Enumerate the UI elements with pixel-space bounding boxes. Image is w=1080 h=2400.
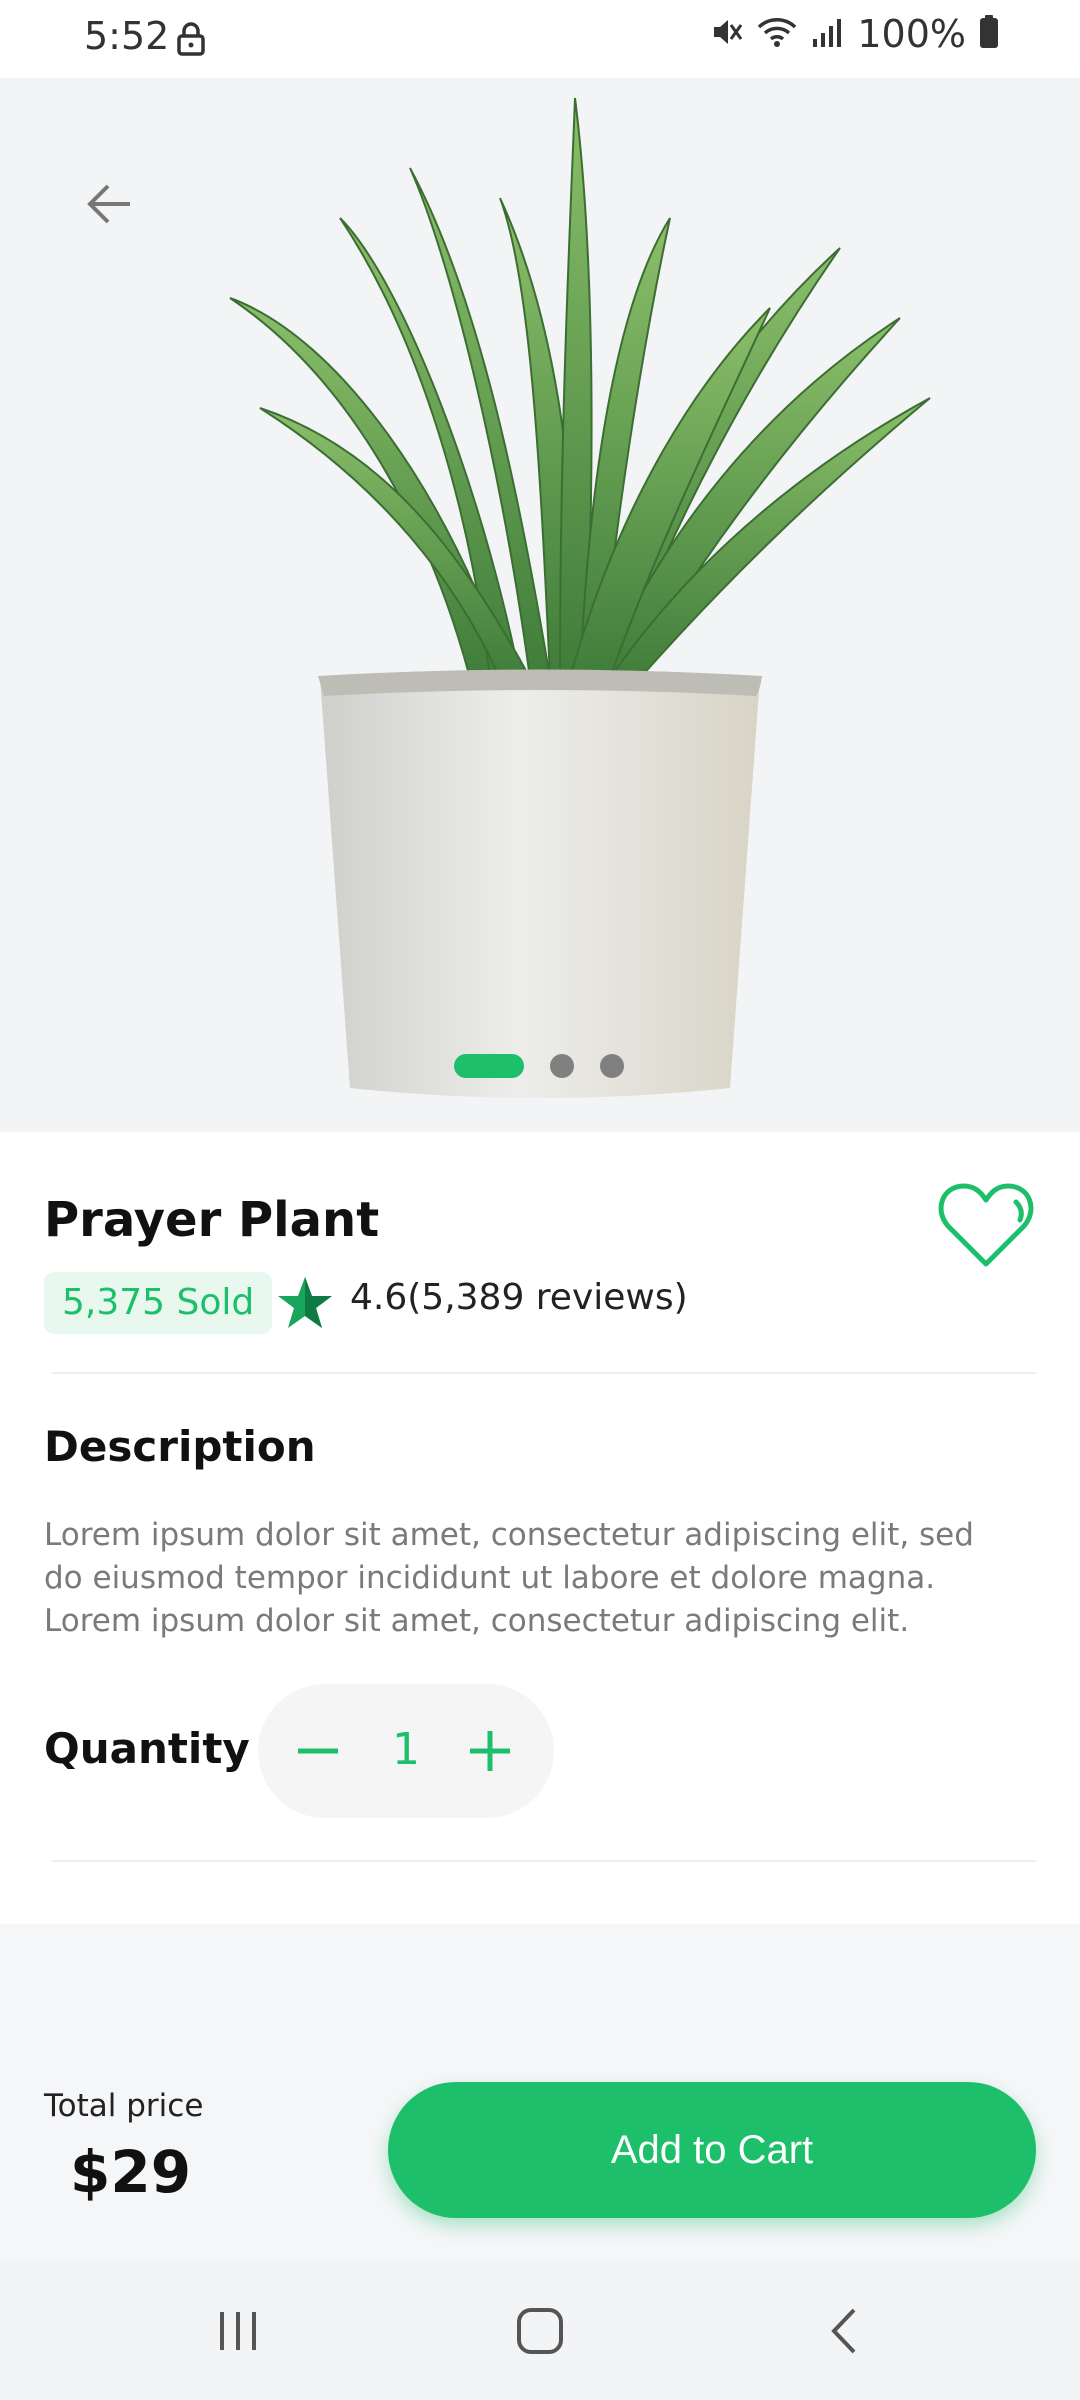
quantity-value: 1 <box>392 1724 420 1775</box>
quantity-label: Quantity <box>44 1724 250 1773</box>
total-price-value: $29 <box>70 2138 192 2206</box>
arrow-left-icon <box>87 184 130 224</box>
status-bar: 5:52 100% <box>0 0 1080 78</box>
battery-percentage: 100% <box>857 12 966 56</box>
status-time: 5:52 <box>84 14 170 58</box>
carousel-indicator[interactable] <box>454 1054 624 1078</box>
star-icon <box>278 1277 332 1328</box>
product-title: Prayer Plant <box>44 1192 380 1248</box>
plant-image <box>229 97 931 1098</box>
wifi-icon <box>755 15 799 53</box>
back-nav-icon[interactable] <box>820 2306 872 2356</box>
total-price-label: Total price <box>44 2088 204 2124</box>
recents-icon[interactable] <box>212 2306 264 2356</box>
product-details: Prayer Plant 5,375 Sold 4.6(5,389 review… <box>0 1132 1080 1924</box>
product-image-carousel[interactable] <box>0 78 1080 1132</box>
system-navigation-bar <box>0 2262 1080 2400</box>
battery-icon <box>978 14 1000 54</box>
sold-count-badge: 5,375 Sold <box>44 1272 273 1334</box>
add-to-cart-button[interactable]: Add to Cart <box>388 2082 1036 2218</box>
back-button[interactable] <box>80 174 140 234</box>
mute-icon <box>709 15 743 53</box>
description-text: Lorem ipsum dolor sit amet, consectetur … <box>44 1517 974 1639</box>
increase-quantity-button[interactable] <box>460 1721 520 1781</box>
heart-outline-icon <box>938 1183 1034 1267</box>
divider <box>52 1372 1036 1374</box>
carousel-dot[interactable] <box>550 1054 574 1078</box>
carousel-dot-active[interactable] <box>454 1054 524 1078</box>
signal-icon <box>811 15 845 53</box>
minus-icon <box>298 1748 338 1754</box>
decrease-quantity-button[interactable] <box>288 1721 348 1781</box>
status-icons: 100% <box>709 12 1000 56</box>
lock-icon <box>176 22 206 60</box>
favorite-button[interactable] <box>936 1180 1036 1270</box>
home-icon[interactable] <box>514 2306 566 2356</box>
carousel-dot[interactable] <box>600 1054 624 1078</box>
divider <box>52 1860 1036 1862</box>
plus-icon <box>470 1731 510 1771</box>
rating-text[interactable]: 4.6(5,389 reviews) <box>350 1277 688 1318</box>
description-heading: Description <box>44 1422 316 1471</box>
quantity-stepper: 1 <box>258 1684 554 1818</box>
